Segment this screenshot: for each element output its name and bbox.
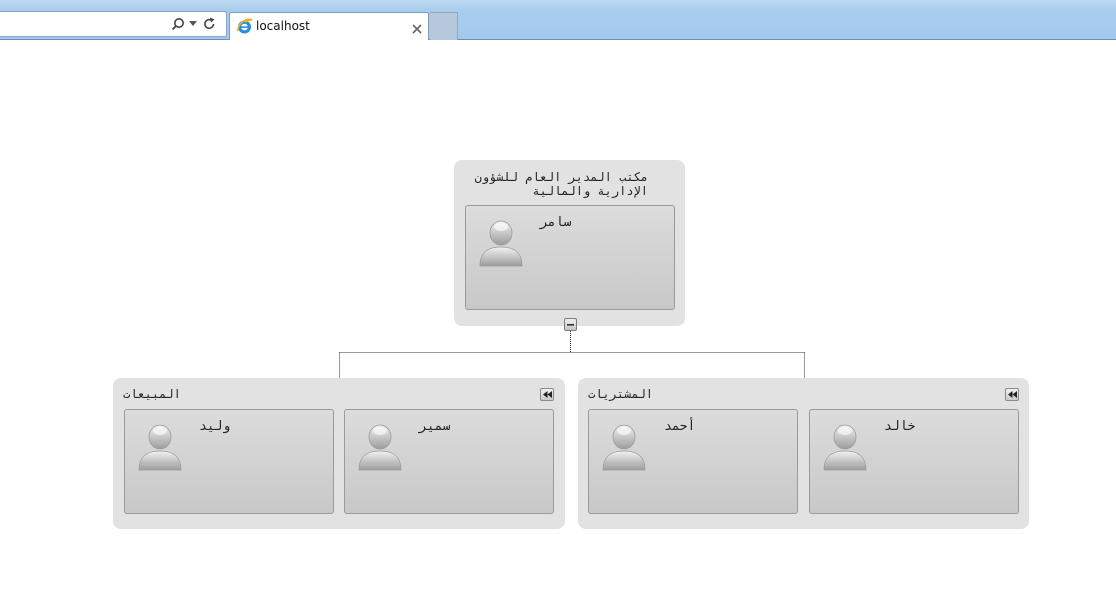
member-card[interactable]: سامر xyxy=(465,205,675,310)
member-card[interactable]: أحمد xyxy=(588,409,798,514)
member-name: سامر xyxy=(540,215,572,230)
dropdown-arrow-icon[interactable] xyxy=(189,16,197,32)
new-tab-button[interactable] xyxy=(430,12,458,40)
member-name: وليد xyxy=(199,419,231,434)
member-name: خالد xyxy=(884,419,916,434)
member-card[interactable]: سمير xyxy=(344,409,554,514)
tab-title: localhost xyxy=(256,19,310,33)
user-avatar-icon xyxy=(137,420,183,472)
org-chart: مكتب المدير العام للشؤون الإدارية والمال… xyxy=(0,41,1116,605)
department-group-purchasing: المشتريات أحمد خالد xyxy=(578,378,1029,529)
department-title: المشتريات xyxy=(588,387,654,401)
rewind-icon[interactable] xyxy=(540,388,554,401)
member-card[interactable]: وليد xyxy=(124,409,334,514)
root-group-title: مكتب المدير العام للشؤون الإدارية والمال… xyxy=(474,170,648,198)
department-group-sales: المبيعات وليد سمير xyxy=(113,378,565,529)
user-avatar-icon xyxy=(822,420,868,472)
search-icon[interactable] xyxy=(171,16,185,32)
user-avatar-icon xyxy=(478,216,524,268)
rewind-icon[interactable] xyxy=(1005,388,1019,401)
member-card[interactable]: خالد xyxy=(809,409,1019,514)
user-avatar-icon xyxy=(357,420,403,472)
department-title: المبيعات xyxy=(123,387,181,401)
root-group: مكتب المدير العام للشؤون الإدارية والمال… xyxy=(454,160,685,326)
browser-toolbar: localhost xyxy=(0,0,1116,40)
browser-tab[interactable]: localhost xyxy=(229,12,429,40)
ie-logo-icon xyxy=(236,18,253,35)
close-icon[interactable] xyxy=(412,19,422,34)
refresh-icon[interactable] xyxy=(203,16,216,32)
member-name: أحمد xyxy=(664,419,696,434)
collapse-button[interactable] xyxy=(564,318,577,331)
user-avatar-icon xyxy=(601,420,647,472)
address-bar[interactable] xyxy=(0,11,227,37)
member-name: سمير xyxy=(419,419,451,434)
